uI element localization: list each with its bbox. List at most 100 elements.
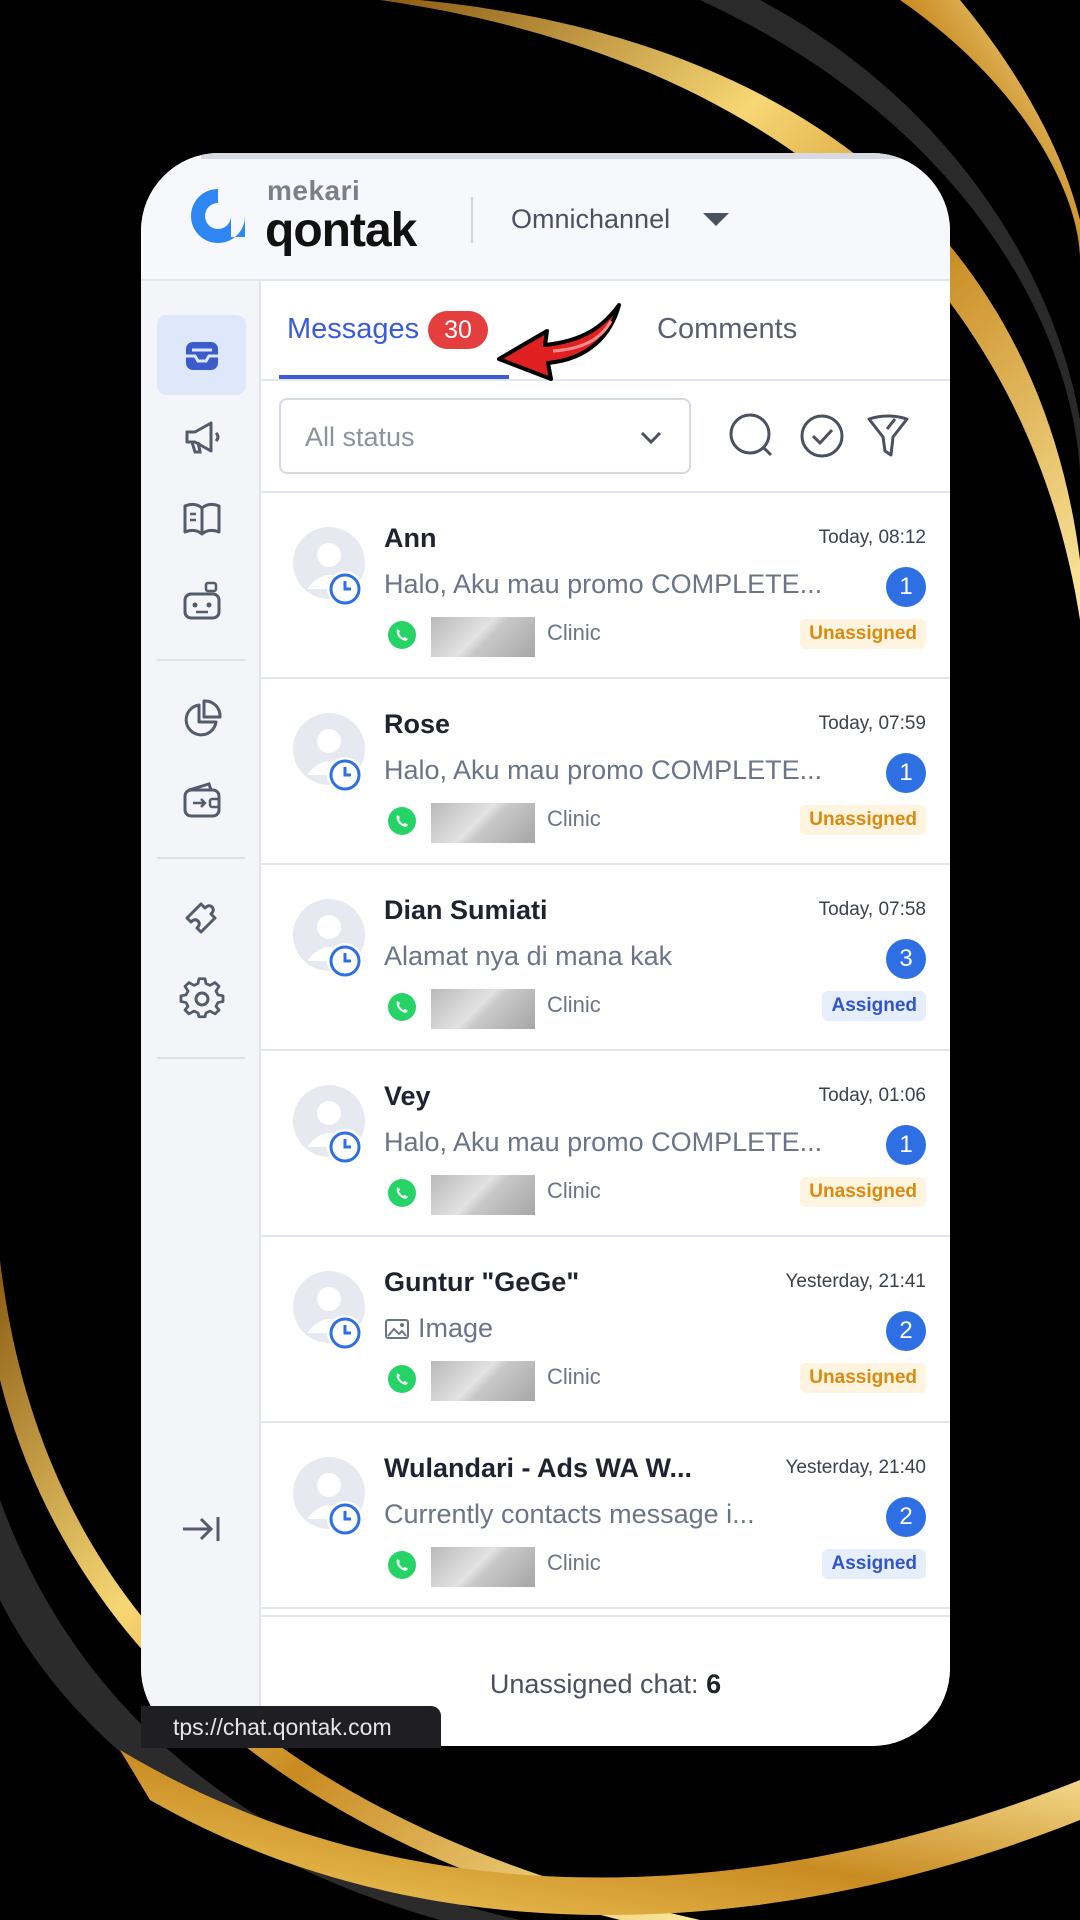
channel-name: Clinic	[547, 1364, 601, 1389]
status-bar-url: tps://chat.qontak.com	[141, 1706, 441, 1748]
whatsapp-icon	[388, 993, 416, 1021]
contact-name: Guntur "GeGe"	[384, 1267, 580, 1297]
status-filter-select[interactable]: All status	[279, 398, 691, 474]
search-icon[interactable]	[727, 411, 777, 461]
whatsapp-icon	[388, 807, 416, 835]
redacted-channel-block	[431, 1175, 535, 1215]
conversation-item[interactable]: Guntur "GeGe" Yesterday, 21:41 Image 2 C…	[261, 1237, 950, 1423]
sidebar-collapse-button[interactable]	[177, 1509, 225, 1549]
sidebar-item-settings[interactable]	[157, 959, 246, 1039]
sidebar-item-inbox[interactable]	[157, 315, 246, 395]
clock-icon	[327, 757, 363, 793]
active-tab-indicator	[279, 375, 509, 379]
clock-icon	[327, 571, 363, 607]
check-circle-icon[interactable]	[797, 411, 847, 461]
unread-count-badge: 3	[886, 939, 926, 979]
message-preview: Currently contacts message i...	[384, 1499, 755, 1529]
chevron-down-icon	[640, 431, 662, 445]
product-switcher-label[interactable]: Omnichannel	[511, 204, 670, 235]
image-icon	[385, 1319, 409, 1339]
sidebar-item-integrations[interactable]	[157, 877, 246, 957]
puzzle-icon	[185, 902, 216, 934]
assignment-status-badge: Assigned	[822, 991, 926, 1021]
sidebar-item-bot[interactable]	[157, 561, 246, 641]
robot-icon	[183, 581, 220, 620]
channel-name: Clinic	[547, 806, 601, 831]
unassigned-chat-count: 6	[706, 1669, 722, 1699]
conversation-item[interactable]: Rose Today, 07:59 Halo, Aku mau promo CO…	[261, 679, 950, 865]
assignment-status-badge: Unassigned	[800, 619, 926, 649]
channel-name: Clinic	[547, 992, 601, 1017]
unassigned-chat-summary: Unassigned chat: 6	[261, 1669, 950, 1700]
redacted-channel-block	[431, 803, 535, 843]
conversation-item[interactable]: Wulandari - Ads WA W... Yesterday, 21:40…	[261, 1423, 950, 1609]
message-preview: Image	[384, 1313, 493, 1344]
assignment-status-badge: Unassigned	[800, 1177, 926, 1207]
conversation-item[interactable]: Ann Today, 08:12 Halo, Aku mau promo COM…	[261, 493, 950, 679]
tab-bar: Messages 30 Comments	[261, 281, 950, 381]
message-preview: Halo, Aku mau promo COMPLETE...	[384, 1127, 823, 1157]
messages-count-badge: 30	[428, 311, 488, 349]
redacted-channel-block	[431, 617, 535, 657]
conversation-item[interactable]: Dian Sumiati Today, 07:58 Alamat nya di …	[261, 865, 950, 1051]
qontak-logo-icon	[191, 189, 245, 243]
message-time: Yesterday, 21:40	[785, 1457, 927, 1478]
top-bar: mekari qontak Omnichannel	[141, 153, 950, 281]
clock-icon	[327, 1315, 363, 1351]
assignment-status-badge: Unassigned	[800, 1363, 926, 1393]
channel-name: Clinic	[547, 1178, 601, 1203]
message-time: Today, 07:59	[818, 713, 926, 734]
tab-messages[interactable]: Messages	[287, 313, 419, 346]
contact-name: Vey	[384, 1081, 431, 1111]
contact-name: Rose	[384, 709, 451, 739]
sidebar	[141, 281, 261, 1746]
message-preview: Alamat nya di mana kak	[384, 941, 673, 971]
contact-name: Wulandari - Ads WA W...	[384, 1453, 693, 1483]
redacted-channel-block	[431, 1361, 535, 1401]
sidebar-item-billing[interactable]	[157, 761, 246, 841]
whatsapp-icon	[388, 621, 416, 649]
whatsapp-icon	[388, 1179, 416, 1207]
message-time: Yesterday, 21:41	[785, 1271, 927, 1292]
tab-comments[interactable]: Comments	[657, 313, 797, 346]
unassigned-chat-label: Unassigned chat:	[489, 1669, 699, 1699]
conversation-list: Ann Today, 08:12 Halo, Aku mau promo COM…	[261, 493, 950, 1615]
unread-count-badge: 1	[886, 1125, 926, 1165]
message-preview: Halo, Aku mau promo COMPLETE...	[384, 755, 823, 785]
top-shadow	[201, 153, 950, 159]
sidebar-item-reports[interactable]	[157, 679, 246, 759]
sidebar-separator	[157, 1057, 245, 1059]
gear-icon	[179, 977, 224, 1019]
message-time: Today, 01:06	[818, 1085, 926, 1106]
pie-chart-icon	[184, 699, 222, 737]
sidebar-separator	[157, 659, 245, 661]
unread-count-badge: 1	[886, 753, 926, 793]
red-arrow-annotation-icon	[497, 303, 621, 381]
megaphone-icon	[185, 421, 219, 454]
assignment-status-badge: Unassigned	[800, 805, 926, 835]
conversation-item[interactable]: Vey Today, 01:06 Halo, Aku mau promo COM…	[261, 1051, 950, 1237]
book-icon	[183, 502, 220, 536]
clock-icon	[327, 1129, 363, 1165]
sidebar-item-broadcast[interactable]	[157, 397, 246, 477]
clock-icon	[327, 1501, 363, 1537]
channel-name: Clinic	[547, 1550, 601, 1575]
clock-icon	[327, 943, 363, 979]
message-time: Today, 07:58	[818, 899, 926, 920]
filter-icon[interactable]	[863, 411, 913, 461]
sidebar-separator	[157, 857, 245, 859]
whatsapp-icon	[388, 1365, 416, 1393]
contact-name: Ann	[384, 523, 437, 553]
message-preview-text: Image	[418, 1313, 494, 1343]
unread-count-badge: 1	[886, 567, 926, 607]
assignment-status-badge: Assigned	[822, 1549, 926, 1579]
unread-count-badge: 2	[886, 1497, 926, 1537]
wallet-icon	[183, 782, 220, 818]
sidebar-item-knowledge[interactable]	[157, 479, 246, 559]
message-preview: Halo, Aku mau promo COMPLETE...	[384, 569, 823, 599]
message-time: Today, 08:12	[818, 527, 926, 548]
unread-count-badge: 2	[886, 1311, 926, 1351]
redacted-channel-block	[431, 989, 535, 1029]
caret-down-icon[interactable]	[703, 213, 729, 226]
whatsapp-icon	[388, 1551, 416, 1579]
